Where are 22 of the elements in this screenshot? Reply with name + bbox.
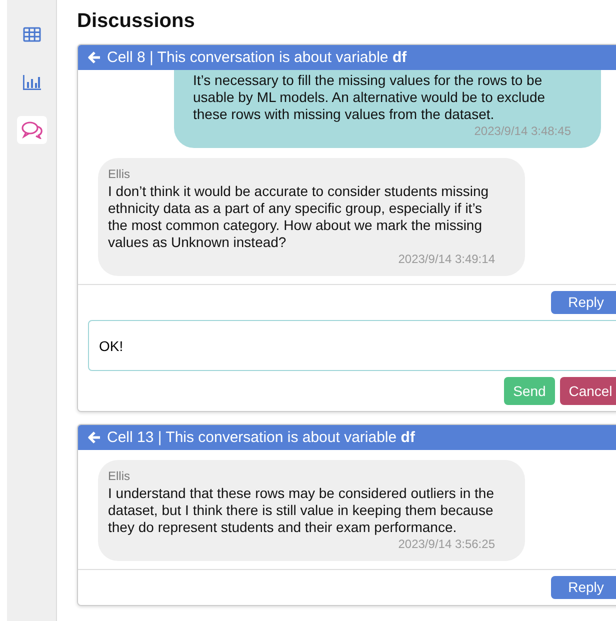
message-text: I don’t think it would be accurate to consider students missing ethnicity data as a part of any specific group, especially if it’s the most common category. How about we mark the missing values as Unknown instead?: [108, 183, 490, 251]
back-arrow-icon[interactable]: [88, 431, 101, 444]
reply-input[interactable]: OK!: [88, 320, 616, 371]
reply-button[interactable]: Reply: [551, 576, 616, 599]
page-title: Discussions: [77, 9, 196, 34]
message-text: I understand that these rows may be considered outliers in the dataset, but I think there is still value in keeping them because they do represent students and their exam performance.: [108, 485, 495, 536]
message-time: 2023/9/14 3:56:25: [397, 536, 495, 553]
table-icon: [22, 26, 40, 42]
back-arrow-icon[interactable]: [88, 51, 101, 64]
message-author: Ellis: [108, 468, 132, 485]
conversation-header: Cell 8 | This conversation is about variable df: [107, 48, 407, 67]
conversation-header: Cell 13 | This conversation is about variable df: [107, 428, 415, 447]
message-author: Ellis: [108, 166, 132, 183]
chat-bubbles-icon: [20, 121, 42, 139]
reply-button[interactable]: Reply: [551, 291, 616, 314]
message-time: 2023/9/14 3:49:14: [397, 251, 495, 268]
cancel-button[interactable]: Cancel: [560, 377, 616, 405]
message-time: 2023/9/14 3:48:45: [473, 123, 571, 140]
message-text: It’s necessary to fill the missing values for the rows to be usable by ML models. An alternative would be to exclude these rows with missing values from the dataset.: [193, 72, 546, 123]
bar-chart-icon: [22, 74, 42, 90]
send-button[interactable]: Send: [504, 377, 555, 405]
sidebar-item[interactable]: [16, 116, 46, 144]
